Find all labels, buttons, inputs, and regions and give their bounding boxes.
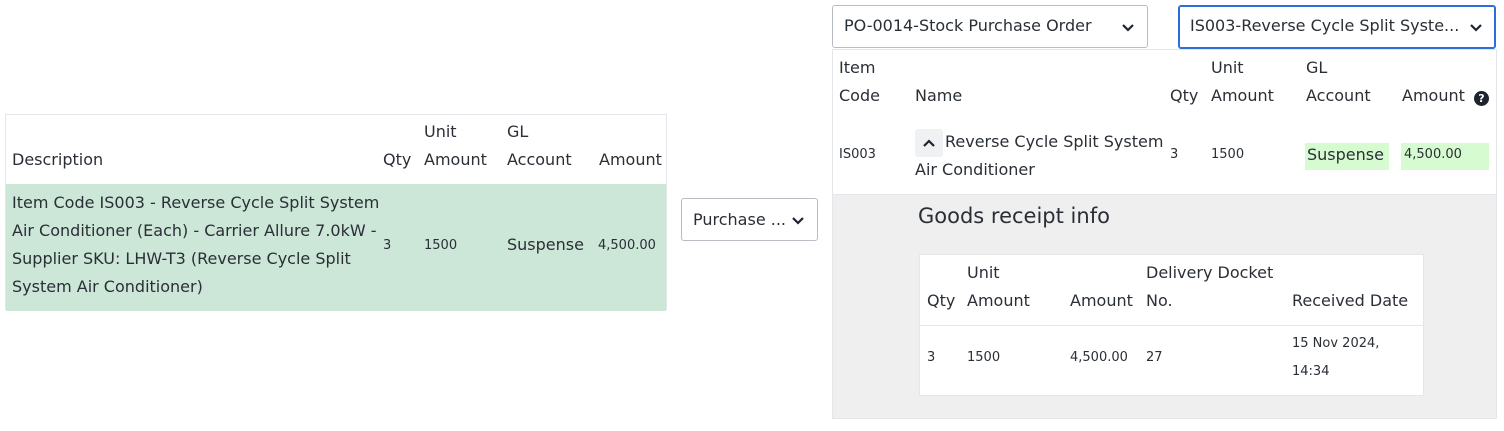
chevron-down-icon <box>792 217 804 225</box>
col-gl-account-line2: Account <box>507 150 572 169</box>
help-circle-icon[interactable]: ? <box>1474 91 1489 106</box>
description-line: Supplier SKU: LHW-T3 (Reverse Cycle Spli… <box>12 249 351 268</box>
bill-line-row[interactable]: Item Code IS003 - Reverse Cycle Split Sy… <box>6 184 666 311</box>
chevron-up-icon <box>923 139 935 147</box>
col-qty: Qty <box>927 291 956 310</box>
qty-value: 3 <box>1170 147 1179 162</box>
qty-value: 3 <box>383 238 392 253</box>
item-code-value: IS003 <box>839 147 876 162</box>
bill-line-table: Description Qty Unit Amount GL Account A… <box>5 114 667 311</box>
gl-account-value: Suspense <box>1307 145 1384 164</box>
col-qty: Qty <box>1170 86 1199 105</box>
col-gl-account-line2: Account <box>1306 86 1371 105</box>
description-line: System Air Conditioner) <box>12 277 203 296</box>
po-line-header: Item Code Name Qty Unit Amount GL Accoun… <box>833 50 1496 122</box>
col-docket-line2: No. <box>1146 291 1173 310</box>
col-unit-amount-line1: Unit <box>424 122 457 141</box>
amount-value: 4,500.00 <box>1404 147 1462 162</box>
col-unit-amount-line1: Unit <box>1211 58 1244 77</box>
item-value: IS003-Reverse Cycle Split Syste... <box>1190 16 1458 35</box>
match-type-value: Purchase ... <box>693 210 786 229</box>
col-gl-account-line1: GL <box>1306 58 1328 77</box>
col-amount: Amount <box>1402 86 1465 105</box>
unit-amount-value: 1500 <box>424 238 458 253</box>
unit-amount-value: 1500 <box>1211 147 1245 162</box>
po-line-row[interactable]: IS003 Reverse Cycle Split System Air Con… <box>833 121 1496 195</box>
description-line: Item Code IS003 - Reverse Cycle Split Sy… <box>12 193 380 212</box>
bill-line-header: Description Qty Unit Amount GL Account A… <box>6 115 666 185</box>
description-line: Air Conditioner (Each) - Carrier Allure … <box>12 221 377 240</box>
goods-receipt-header: Qty Unit Amount Amount Delivery Docket N… <box>920 255 1423 326</box>
col-item-code-line2: Code <box>839 86 880 105</box>
qty-value: 3 <box>927 350 936 365</box>
purchase-order-dropdown[interactable]: PO-0014-Stock Purchase Order <box>832 5 1148 48</box>
amount-value: 4,500.00 <box>598 238 656 253</box>
item-name-line1: Reverse Cycle Split System <box>945 132 1164 151</box>
item-name-line2: Air Conditioner <box>915 160 1035 179</box>
col-docket-line1: Delivery Docket <box>1146 263 1274 282</box>
item-dropdown[interactable]: IS003-Reverse Cycle Split Syste... <box>1178 5 1496 49</box>
col-name: Name <box>915 86 963 105</box>
col-amount: Amount <box>1070 291 1133 310</box>
goods-receipt-table: Qty Unit Amount Amount Delivery Docket N… <box>919 254 1424 396</box>
col-unit-amount-line2: Amount <box>1211 86 1274 105</box>
unit-amount-value: 1500 <box>967 350 1001 365</box>
col-received-date: Received Date <box>1292 291 1409 310</box>
goods-receipt-title: Goods receipt info <box>918 204 1110 228</box>
col-amount: Amount <box>599 150 662 169</box>
col-unit-amount-line1: Unit <box>967 263 1000 282</box>
docket-value: 27 <box>1146 350 1163 365</box>
gl-account-value: Suspense <box>507 235 584 254</box>
col-item-code-line1: Item <box>839 58 876 77</box>
match-type-dropdown[interactable]: Purchase ... <box>681 198 818 241</box>
collapse-row-button[interactable] <box>915 129 943 157</box>
purchase-order-value: PO-0014-Stock Purchase Order <box>844 16 1092 35</box>
col-description: Description <box>12 150 104 169</box>
received-date-line1: 15 Nov 2024, <box>1292 336 1380 351</box>
col-unit-amount-line2: Amount <box>424 150 487 169</box>
received-date-line2: 14:34 <box>1292 364 1330 379</box>
col-gl-account-line1: GL <box>507 122 529 141</box>
amount-value: 4,500.00 <box>1070 350 1128 365</box>
col-unit-amount-line2: Amount <box>967 291 1030 310</box>
col-qty: Qty <box>383 150 412 169</box>
chevron-down-icon <box>1470 24 1482 32</box>
chevron-down-icon <box>1122 24 1134 32</box>
goods-receipt-row: 3 1500 4,500.00 27 15 Nov 2024, 14:34 <box>920 325 1423 395</box>
